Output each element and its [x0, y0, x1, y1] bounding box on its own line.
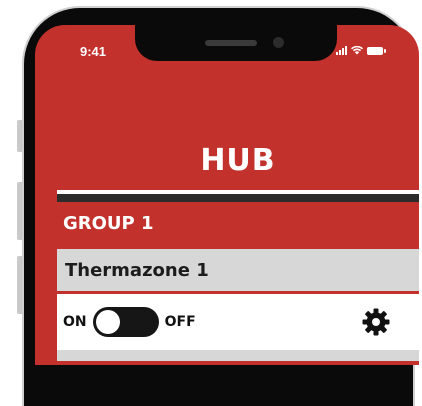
power-toggle[interactable] — [92, 307, 159, 337]
group-header[interactable]: GROUP 1 — [57, 202, 419, 244]
row-divider — [57, 350, 419, 361]
on-label: ON — [63, 314, 87, 330]
battery-icon — [367, 47, 386, 55]
front-camera — [273, 37, 284, 48]
toggle-knob — [95, 310, 120, 334]
page-title: HUB — [200, 143, 276, 178]
zone-name: Thermazone 1 — [65, 259, 209, 281]
group-divider — [57, 194, 419, 202]
wifi-icon — [351, 46, 363, 55]
gear-icon[interactable] — [362, 308, 390, 336]
zone-header[interactable]: Thermazone 1 — [57, 249, 419, 291]
group-label: GROUP 1 — [63, 212, 154, 234]
off-label: OFF — [164, 314, 196, 330]
status-time: 9:41 — [80, 44, 107, 59]
speaker-grille — [205, 40, 257, 46]
status-icons — [336, 46, 386, 55]
zone-controls: ON OFF — [57, 294, 419, 350]
signal-icon — [336, 46, 347, 55]
